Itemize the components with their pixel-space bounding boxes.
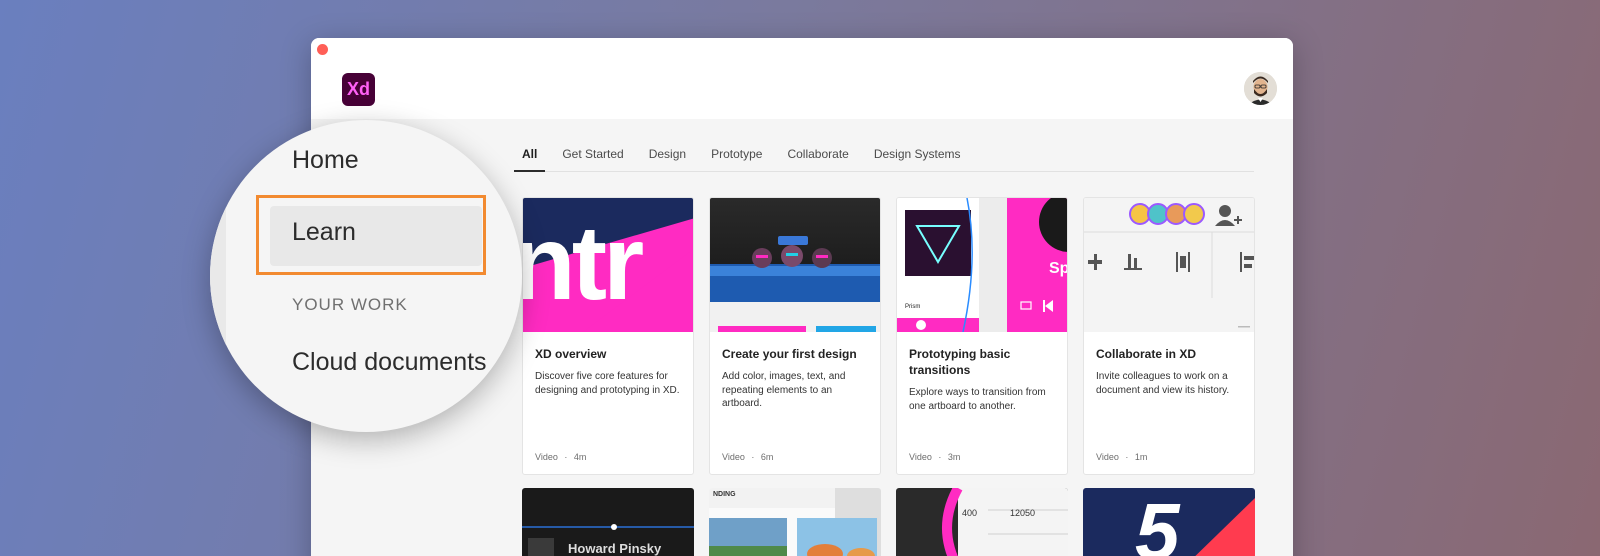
avatar-icon — [1244, 72, 1277, 105]
card-meta: Video · 6m — [722, 452, 773, 462]
card-duration: 6m — [760, 452, 774, 462]
card-description: Add color, images, text, and repeating e… — [722, 371, 846, 409]
meta-separator: · — [564, 452, 568, 462]
tab-all[interactable]: All — [514, 142, 546, 172]
card-row2-1[interactable]: Howard Pinsky — [522, 488, 694, 556]
card-row2-4[interactable]: 5 — [1083, 488, 1255, 556]
thumb-number: 5 — [1135, 488, 1180, 556]
meta-separator: · — [1125, 452, 1129, 462]
card-type: Video — [1096, 452, 1119, 462]
category-tabs: All Get Started Design Prototype Collabo… — [514, 142, 1254, 172]
card-meta: Video · 3m — [909, 452, 960, 462]
card-create-first-design[interactable]: Create your first design Add color, imag… — [709, 197, 881, 475]
tab-design[interactable]: Design — [641, 142, 694, 172]
tab-prototype[interactable]: Prototype — [703, 142, 770, 172]
card-type: Video — [909, 452, 932, 462]
xd-logo: Xd — [342, 73, 375, 106]
presenter-name: Howard Pinsky — [568, 541, 662, 556]
magnifier-edge — [210, 120, 226, 432]
card-thumb-text: Sp — [1049, 260, 1067, 277]
meta-separator: · — [938, 452, 942, 462]
card-thumb-subtext: Prism — [905, 304, 921, 310]
card-duration: 4m — [573, 452, 587, 462]
card-thumb-text: ntr — [523, 204, 644, 322]
card-thumbnail: Prism Sp — [897, 198, 1067, 332]
sidebar-section-your-work: YOUR WORK — [292, 295, 408, 314]
sidebar-item-home[interactable]: Home — [292, 146, 359, 175]
top-bar: Xd — [311, 38, 1293, 119]
meta-separator: · — [751, 452, 755, 462]
sidebar-magnifier: Home Learn YOUR WORK Cloud documents — [210, 120, 522, 432]
card-meta: Video · 4m — [535, 452, 586, 462]
card-title: Prototyping basic transitions — [909, 347, 1011, 377]
card-duration: 3m — [947, 452, 961, 462]
card-collaborate-in-xd[interactable]: Collaborate in XD Invite colleagues to w… — [1083, 197, 1255, 475]
learn-highlight-box — [256, 195, 486, 275]
sidebar-item-cloud-documents[interactable]: Cloud documents — [292, 348, 487, 377]
card-description: Discover five core features for designin… — [535, 371, 680, 396]
card-meta: Video · 1m — [1096, 452, 1147, 462]
card-type: Video — [722, 452, 745, 462]
tab-collaborate[interactable]: Collaborate — [779, 142, 856, 172]
card-description: Invite colleagues to work on a document … — [1096, 371, 1230, 396]
card-duration: 1m — [1134, 452, 1148, 462]
card-row2-3[interactable]: 400 12050 — [896, 488, 1068, 556]
user-avatar[interactable] — [1244, 72, 1277, 105]
card-type: Video — [535, 452, 558, 462]
card-thumbnail — [710, 198, 880, 332]
card-xd-overview[interactable]: ntr XD overview Discover five core featu… — [522, 197, 694, 475]
tab-design-systems[interactable]: Design Systems — [866, 142, 969, 172]
card-thumbnail: ntr — [523, 198, 693, 332]
tab-get-started[interactable]: Get Started — [554, 142, 631, 172]
card-row2-2[interactable]: NDING — [709, 488, 881, 556]
coord-x: 400 — [962, 508, 978, 518]
card-prototyping-transitions[interactable]: Prism Sp Prototyping basic transitions E… — [896, 197, 1068, 475]
card-title: XD overview — [535, 347, 607, 361]
card-description: Explore ways to transition from one artb… — [909, 387, 1046, 412]
ruler-label: NDING — [713, 491, 736, 498]
card-thumbnail — [1084, 198, 1254, 332]
card-title: Create your first design — [722, 347, 857, 361]
coord-y: 12050 — [1010, 508, 1036, 518]
card-title: Collaborate in XD — [1096, 347, 1197, 361]
window-close-button[interactable] — [317, 44, 328, 55]
